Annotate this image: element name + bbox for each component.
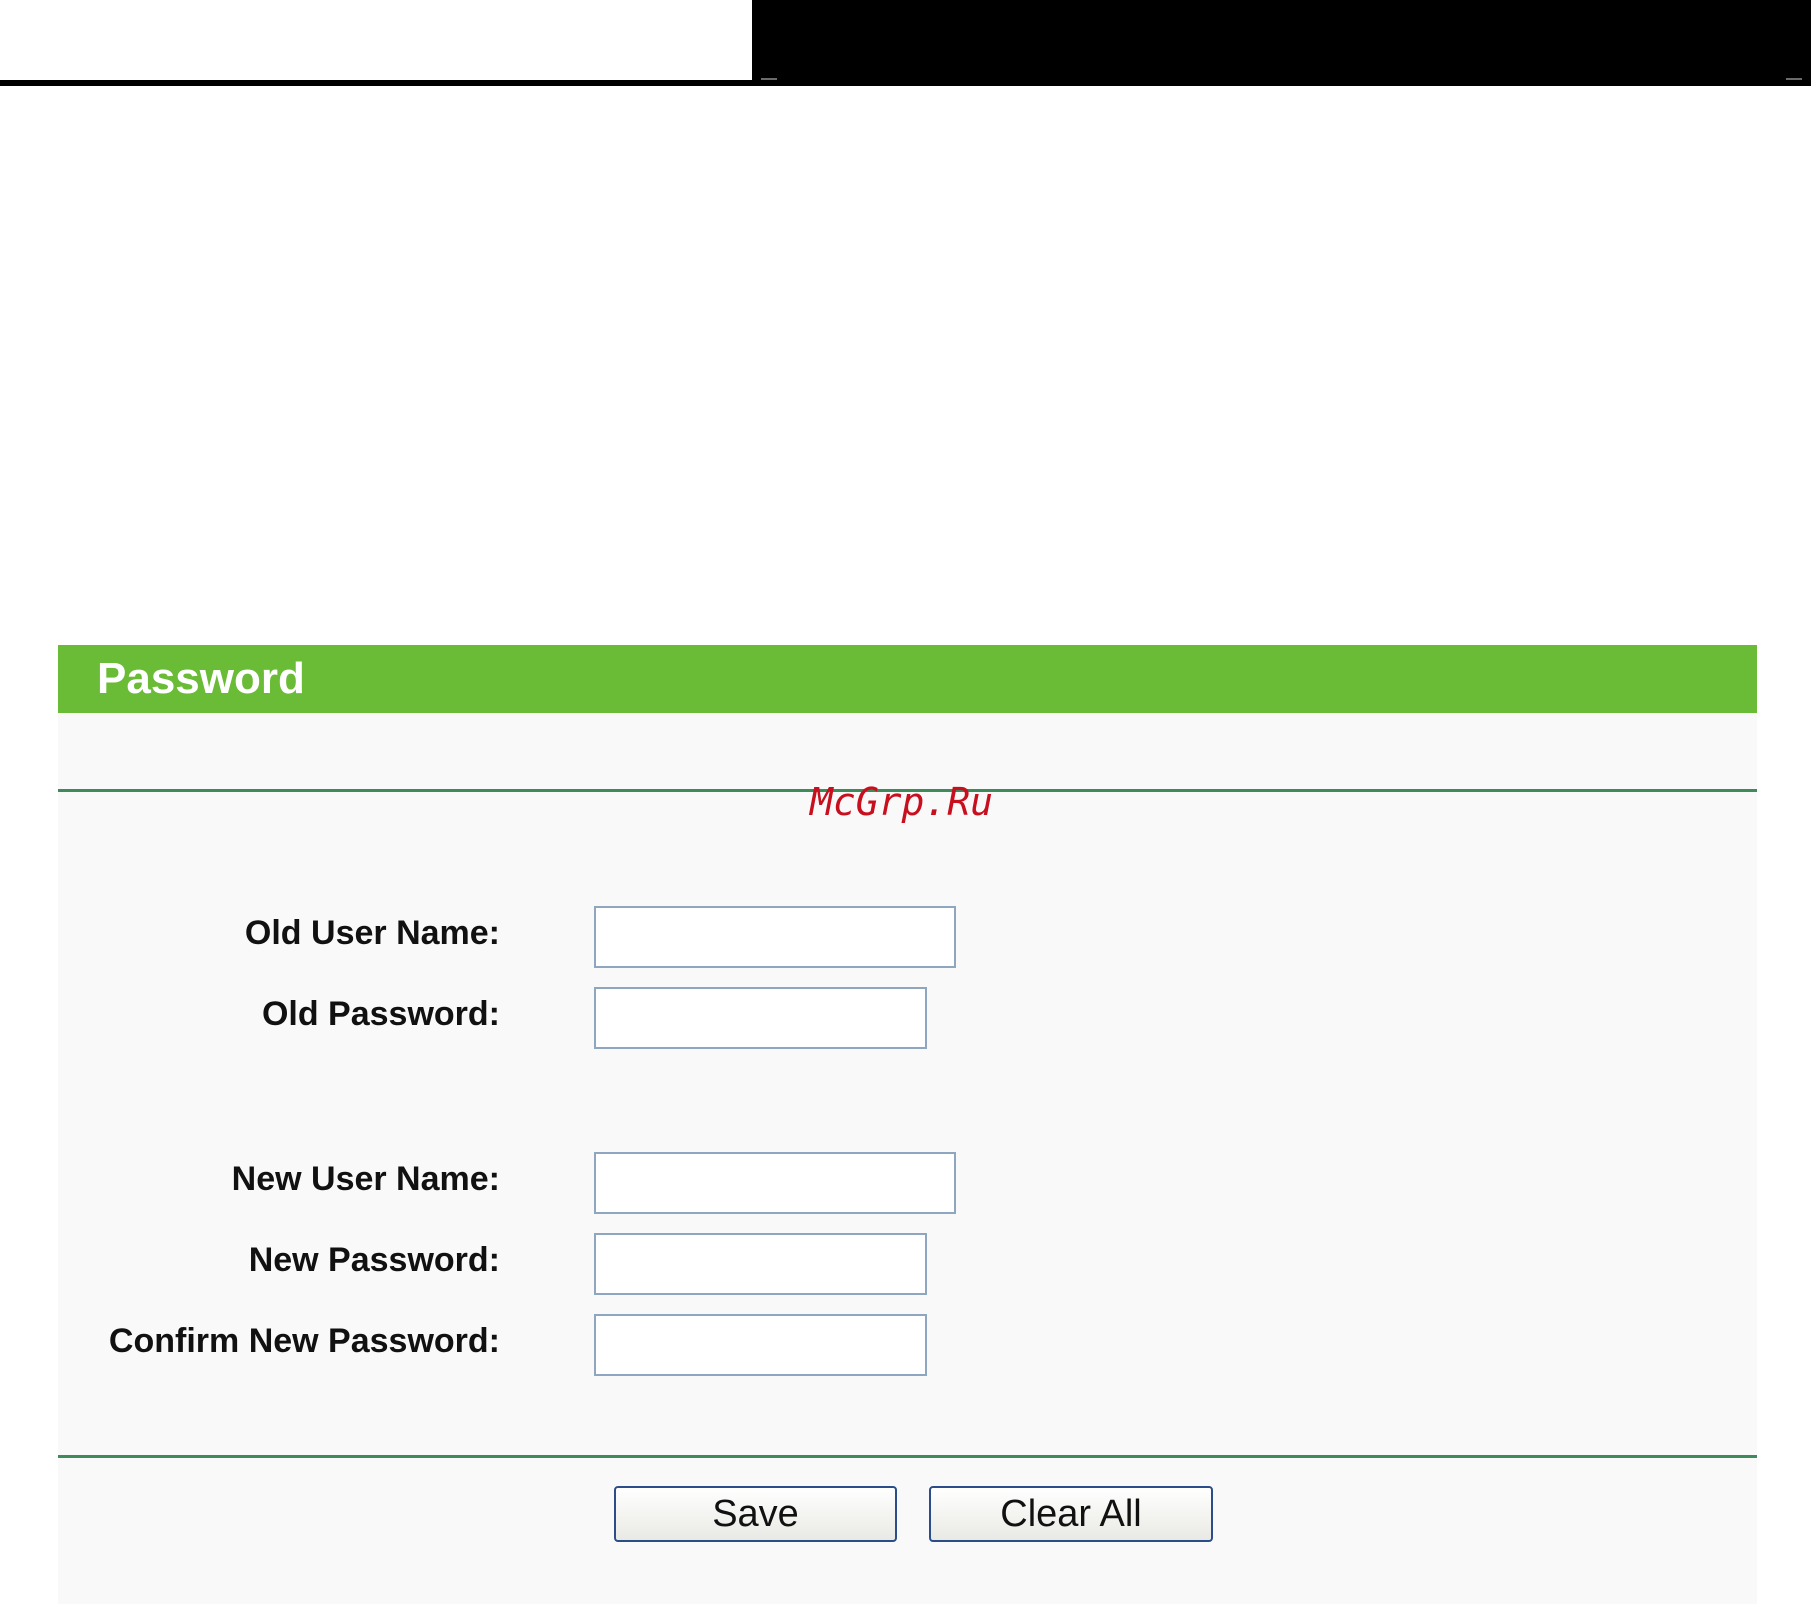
new-user-name-label: New User Name: [231, 1160, 500, 1198]
panel-title: Password [97, 654, 305, 703]
confirm-new-password-input[interactable] [594, 1314, 927, 1376]
panel-header: Password [58, 645, 1757, 713]
new-password-label: New Password: [248, 1241, 500, 1279]
top-rule [0, 80, 752, 86]
old-user-name-label: Old User Name: [244, 914, 500, 952]
old-password-label: Old Password: [261, 995, 500, 1033]
save-button[interactable]: Save [614, 1486, 897, 1542]
new-user-name-input[interactable] [594, 1152, 956, 1214]
bar-tick-right [1786, 78, 1802, 80]
confirm-new-password-label: Confirm New Password: [108, 1322, 500, 1360]
old-password-input[interactable] [594, 987, 927, 1049]
old-user-name-input[interactable] [594, 906, 956, 968]
divider-bottom [58, 1455, 1757, 1458]
clear-all-button[interactable]: Clear All [929, 1486, 1213, 1542]
new-password-input[interactable] [594, 1233, 927, 1295]
watermark: McGrp.Ru [810, 780, 994, 824]
bar-tick-left [761, 78, 777, 80]
top-black-bar [752, 0, 1811, 86]
